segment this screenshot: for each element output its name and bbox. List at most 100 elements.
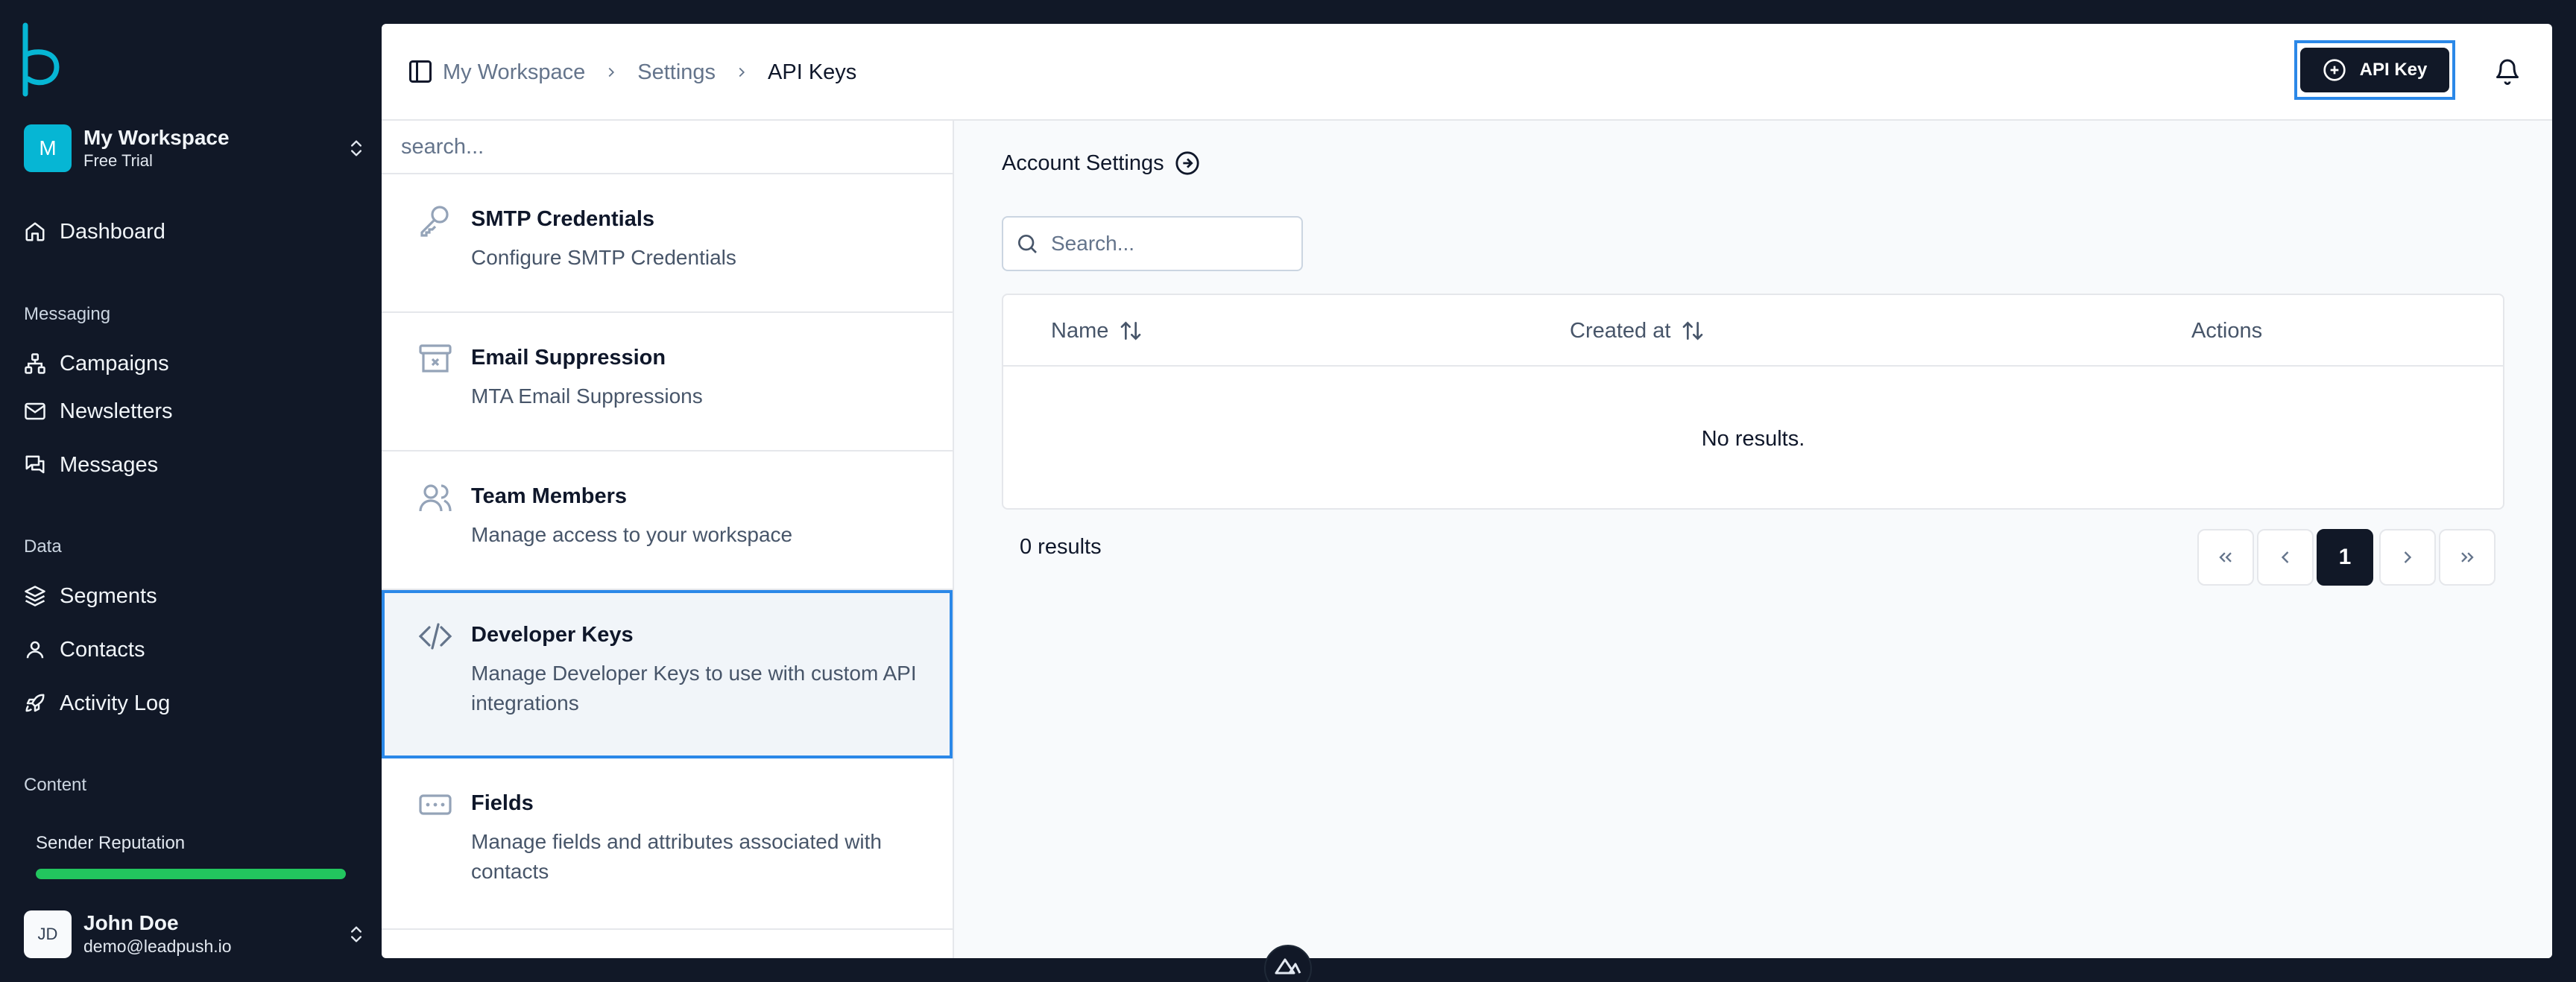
chevron-left-icon [2281, 551, 2289, 563]
workspace-plan: Free Trial [83, 151, 153, 170]
nav-messages-label: Messages [60, 452, 159, 477]
nav-section-data: Data [24, 536, 62, 557]
arrow-right-circle-icon [1175, 151, 1199, 175]
chevron-right-icon [608, 67, 615, 77]
last-page-button[interactable] [2439, 529, 2496, 586]
column-actions: Actions [2191, 295, 2262, 367]
sender-reputation-label: Sender Reputation [36, 833, 186, 853]
keys-search [1002, 216, 1303, 271]
settings-item-desc: Manage fields and attributes associated … [471, 830, 882, 883]
nav-newsletters[interactable]: Newsletters [24, 392, 367, 431]
user-icon [26, 641, 44, 659]
mail-icon [25, 402, 45, 420]
settings-item-desc: MTA Email Suppressions [471, 384, 703, 408]
layers-icon [25, 586, 45, 606]
page-button-current[interactable]: 1 [2317, 529, 2373, 586]
column-actions-label: Actions [2191, 318, 2263, 343]
home-icon [25, 222, 45, 241]
settings-item-team-members[interactable]: Team Members Manage access to your works… [382, 452, 953, 590]
settings-item-developer-keys[interactable]: Developer Keys Manage Developer Keys to … [382, 590, 953, 758]
input-field-icon [419, 794, 452, 815]
messages-icon [25, 455, 45, 474]
settings-item-title: SMTP Credentials [471, 207, 655, 231]
chevrons-right-icon [2461, 552, 2474, 563]
nav-activity-log[interactable]: Activity Log [24, 684, 367, 723]
account-settings-label: Account Settings [1002, 151, 1164, 175]
sort-icon [1121, 321, 1141, 340]
settings-item-smtp-credentials[interactable]: SMTP Credentials Configure SMTP Credenti… [382, 174, 953, 313]
sort-icon [1683, 321, 1703, 340]
next-page-button[interactable] [2379, 529, 2436, 586]
nuxt-devtools-icon [1275, 958, 1301, 975]
main-panel: My Workspace Settings API Keys API Key S… [382, 24, 2552, 958]
sender-reputation-fill [36, 869, 346, 879]
search-icon [1018, 235, 1037, 253]
users-icon [419, 484, 452, 512]
settings-item-email-suppression[interactable]: Email Suppression MTA Email Suppressions [382, 313, 953, 452]
api-keys-content: Account Settings Name Created at Actions [954, 121, 2552, 958]
workspace-avatar: M [24, 124, 72, 172]
plus-circle-icon [2323, 59, 2346, 81]
sender-reputation-bar [36, 869, 346, 879]
nav-campaigns-label: Campaigns [60, 351, 169, 376]
settings-item-title: Developer Keys [471, 623, 634, 647]
column-name-label: Name [1051, 318, 1109, 343]
nav-dashboard[interactable]: Dashboard [24, 212, 367, 251]
nav-newsletters-label: Newsletters [60, 399, 173, 423]
sidebar-toggle-icon[interactable] [407, 58, 434, 85]
column-created-at-label: Created at [1570, 318, 1671, 343]
leadpush-logo-icon[interactable] [21, 22, 63, 97]
first-page-button[interactable] [2197, 529, 2254, 586]
settings-search [382, 121, 953, 174]
chevron-right-icon [739, 67, 745, 77]
column-name[interactable]: Name [1051, 295, 1143, 367]
code-icon [418, 623, 452, 650]
settings-item-desc: Manage access to your workspace [471, 523, 793, 546]
breadcrumb-settings[interactable]: Settings [637, 60, 716, 85]
api-keys-table: Name Created at Actions No results. [1002, 294, 2504, 510]
top-bar: My Workspace Settings API Keys API Key [382, 24, 2552, 121]
nav-campaigns[interactable]: Campaigns [24, 344, 367, 383]
workflow-icon [25, 353, 45, 374]
settings-item-fields[interactable]: Fields Manage fields and attributes asso… [382, 758, 953, 930]
column-created-at[interactable]: Created at [1570, 295, 1705, 367]
chevron-right-icon [2404, 551, 2412, 563]
result-count: 0 results [1020, 535, 1102, 559]
previous-page-button[interactable] [2257, 529, 2314, 586]
rocket-icon [25, 694, 45, 712]
account-settings-link[interactable]: Account Settings [1002, 151, 1200, 176]
add-api-key-button[interactable]: API Key [2300, 48, 2449, 92]
settings-item-title: Fields [471, 791, 534, 815]
chevrons-up-down-icon [351, 140, 362, 156]
breadcrumb: My Workspace Settings API Keys [443, 24, 856, 121]
settings-list: SMTP Credentials Configure SMTP Credenti… [382, 121, 954, 958]
user-avatar: JD [24, 910, 72, 958]
nav-dashboard-label: Dashboard [60, 219, 165, 244]
sidebar: M My Workspace Free Trial Dashboard Mess… [0, 0, 382, 982]
workspace-name: My Workspace [83, 126, 230, 149]
settings-item-desc: Configure SMTP Credentials [471, 246, 736, 269]
nav-contacts-label: Contacts [60, 637, 145, 662]
user-name: John Doe [83, 911, 179, 934]
nav-activity-log-label: Activity Log [60, 691, 171, 715]
user-menu[interactable]: JD John Doe demo@leadpush.io [24, 910, 367, 958]
nav-section-messaging: Messaging [24, 304, 111, 324]
chevrons-left-icon [2219, 552, 2232, 563]
settings-item-title: Email Suppression [471, 346, 666, 370]
user-email: demo@leadpush.io [83, 937, 232, 956]
nav-segments-label: Segments [60, 583, 157, 608]
nav-section-content: Content [24, 775, 87, 795]
settings-search-input[interactable] [401, 134, 953, 159]
keys-search-input[interactable] [1051, 232, 1289, 256]
nav-segments[interactable]: Segments [24, 577, 367, 615]
nav-contacts[interactable]: Contacts [24, 630, 367, 669]
key-icon [420, 206, 449, 237]
table-header: Name Created at Actions [1003, 295, 2503, 367]
workspace-switcher[interactable]: M My Workspace Free Trial [24, 124, 367, 173]
archive-x-icon [419, 344, 452, 373]
bell-icon[interactable] [2494, 58, 2521, 85]
nav-messages[interactable]: Messages [24, 446, 367, 484]
chevrons-up-down-icon [351, 926, 362, 943]
breadcrumb-workspace[interactable]: My Workspace [443, 60, 585, 85]
settings-item-desc: Manage Developer Keys to use with custom… [471, 662, 917, 715]
